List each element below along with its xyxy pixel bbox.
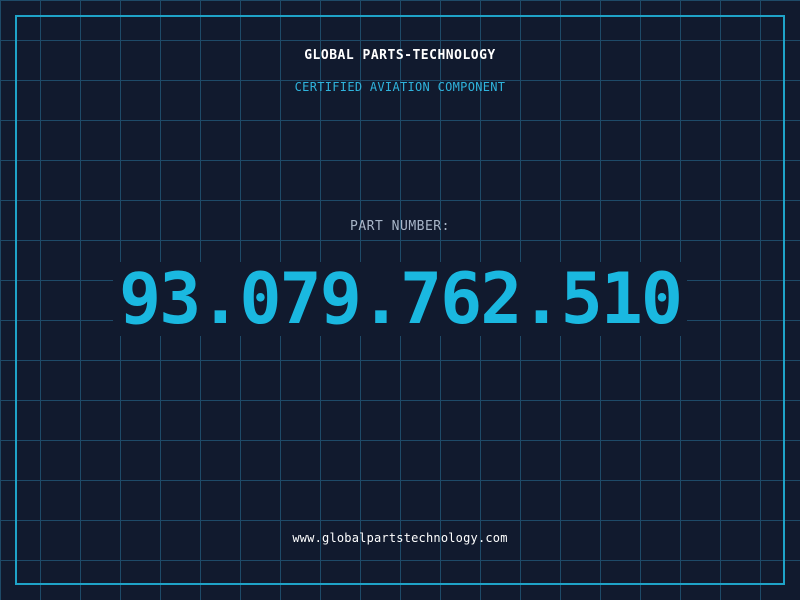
website-url[interactable]: www.globalpartstechnology.com xyxy=(0,531,800,545)
part-number-label: PART NUMBER: xyxy=(350,219,450,234)
certification-subtitle: CERTIFIED AVIATION COMPONENT xyxy=(294,80,506,94)
company-name: GLOBAL PARTS-TECHNOLOGY xyxy=(304,48,496,63)
part-number-container: 93.079.762.510 xyxy=(0,262,800,336)
part-card: GLOBAL PARTS-TECHNOLOGY CERTIFIED AVIATI… xyxy=(0,0,800,600)
part-number-value: 93.079.762.510 xyxy=(112,262,687,336)
